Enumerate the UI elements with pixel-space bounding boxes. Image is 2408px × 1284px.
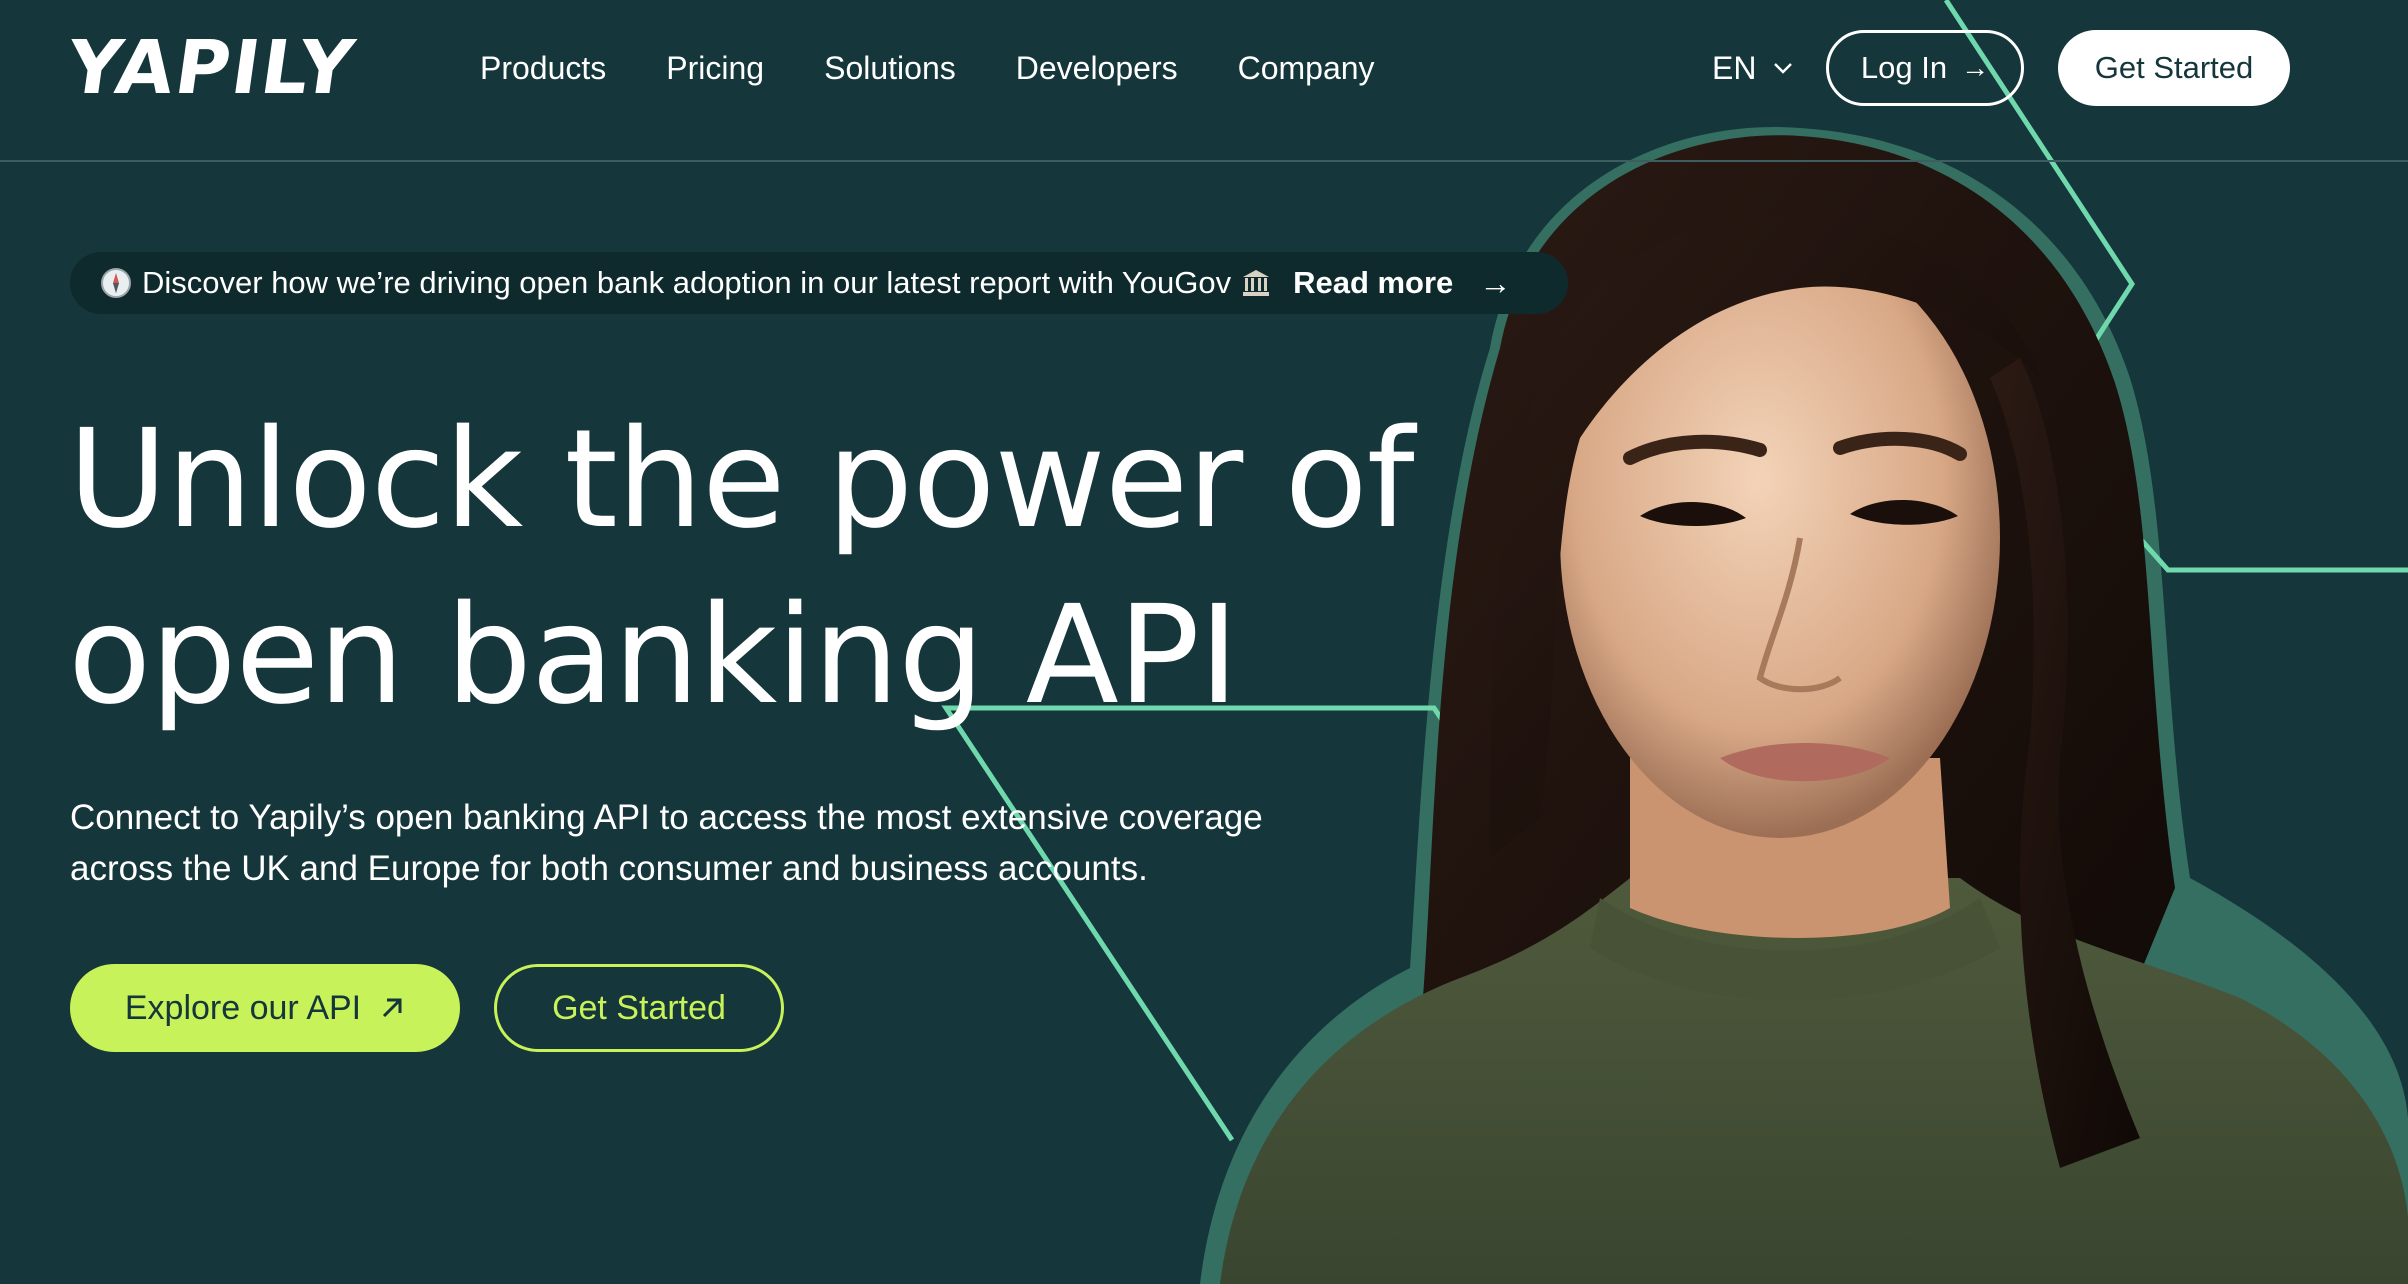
nav-item-pricing[interactable]: Pricing [666,50,764,87]
nav-item-company[interactable]: Company [1238,50,1375,87]
hero-title-line-1: Unlock the power of [68,401,1415,559]
explore-api-label: Explore our API [124,988,362,1027]
announcement-banner[interactable]: Discover how we’re driving open bank ado… [70,252,1568,314]
nav-item-developers[interactable]: Developers [1016,50,1178,87]
hero-title-line-2: open banking API [68,577,1239,735]
language-selector[interactable]: EN [1712,44,1794,92]
arrow-right-icon: → [1961,52,1990,83]
hero-subtitle-line-1: Connect to Yapily’s open banking API to … [70,798,1263,837]
banner-text: Discover how we’re driving open bank ado… [142,265,1232,300]
hero-title: Unlock the power of open banking API [68,392,1448,744]
hero-subtitle-line-2: across the UK and Europe for both consum… [70,849,1148,888]
main-nav: Products Pricing Solutions Developers Co… [480,44,1435,92]
site-header: YAPILY Products Pricing Solutions Develo… [0,0,2408,162]
nav-item-solutions[interactable]: Solutions [824,50,956,87]
explore-api-button[interactable]: Explore our API [70,964,460,1052]
hero-subtitle: Connect to Yapily’s open banking API to … [70,792,1400,894]
login-button[interactable]: Log In → [1826,30,2024,106]
hero-get-started-button[interactable]: Get Started [494,964,784,1052]
arrow-right-icon: → [1479,264,1512,301]
compass-icon [101,268,131,298]
page: YAPILY Products Pricing Solutions Develo… [0,0,2408,1284]
read-more-link: Read more [1293,265,1454,300]
yapily-logo[interactable]: YAPILY [62,25,362,111]
nav-item-products[interactable]: Products [480,50,606,87]
login-label: Log In [1860,50,1948,85]
language-label: EN [1712,49,1757,86]
arrow-up-right-icon [383,998,402,1018]
logo-text: YAPILY [61,25,361,111]
header-get-started-button[interactable]: Get Started [2058,30,2290,106]
chevron-down-icon [1774,63,1793,74]
bank-icon [1243,270,1270,296]
